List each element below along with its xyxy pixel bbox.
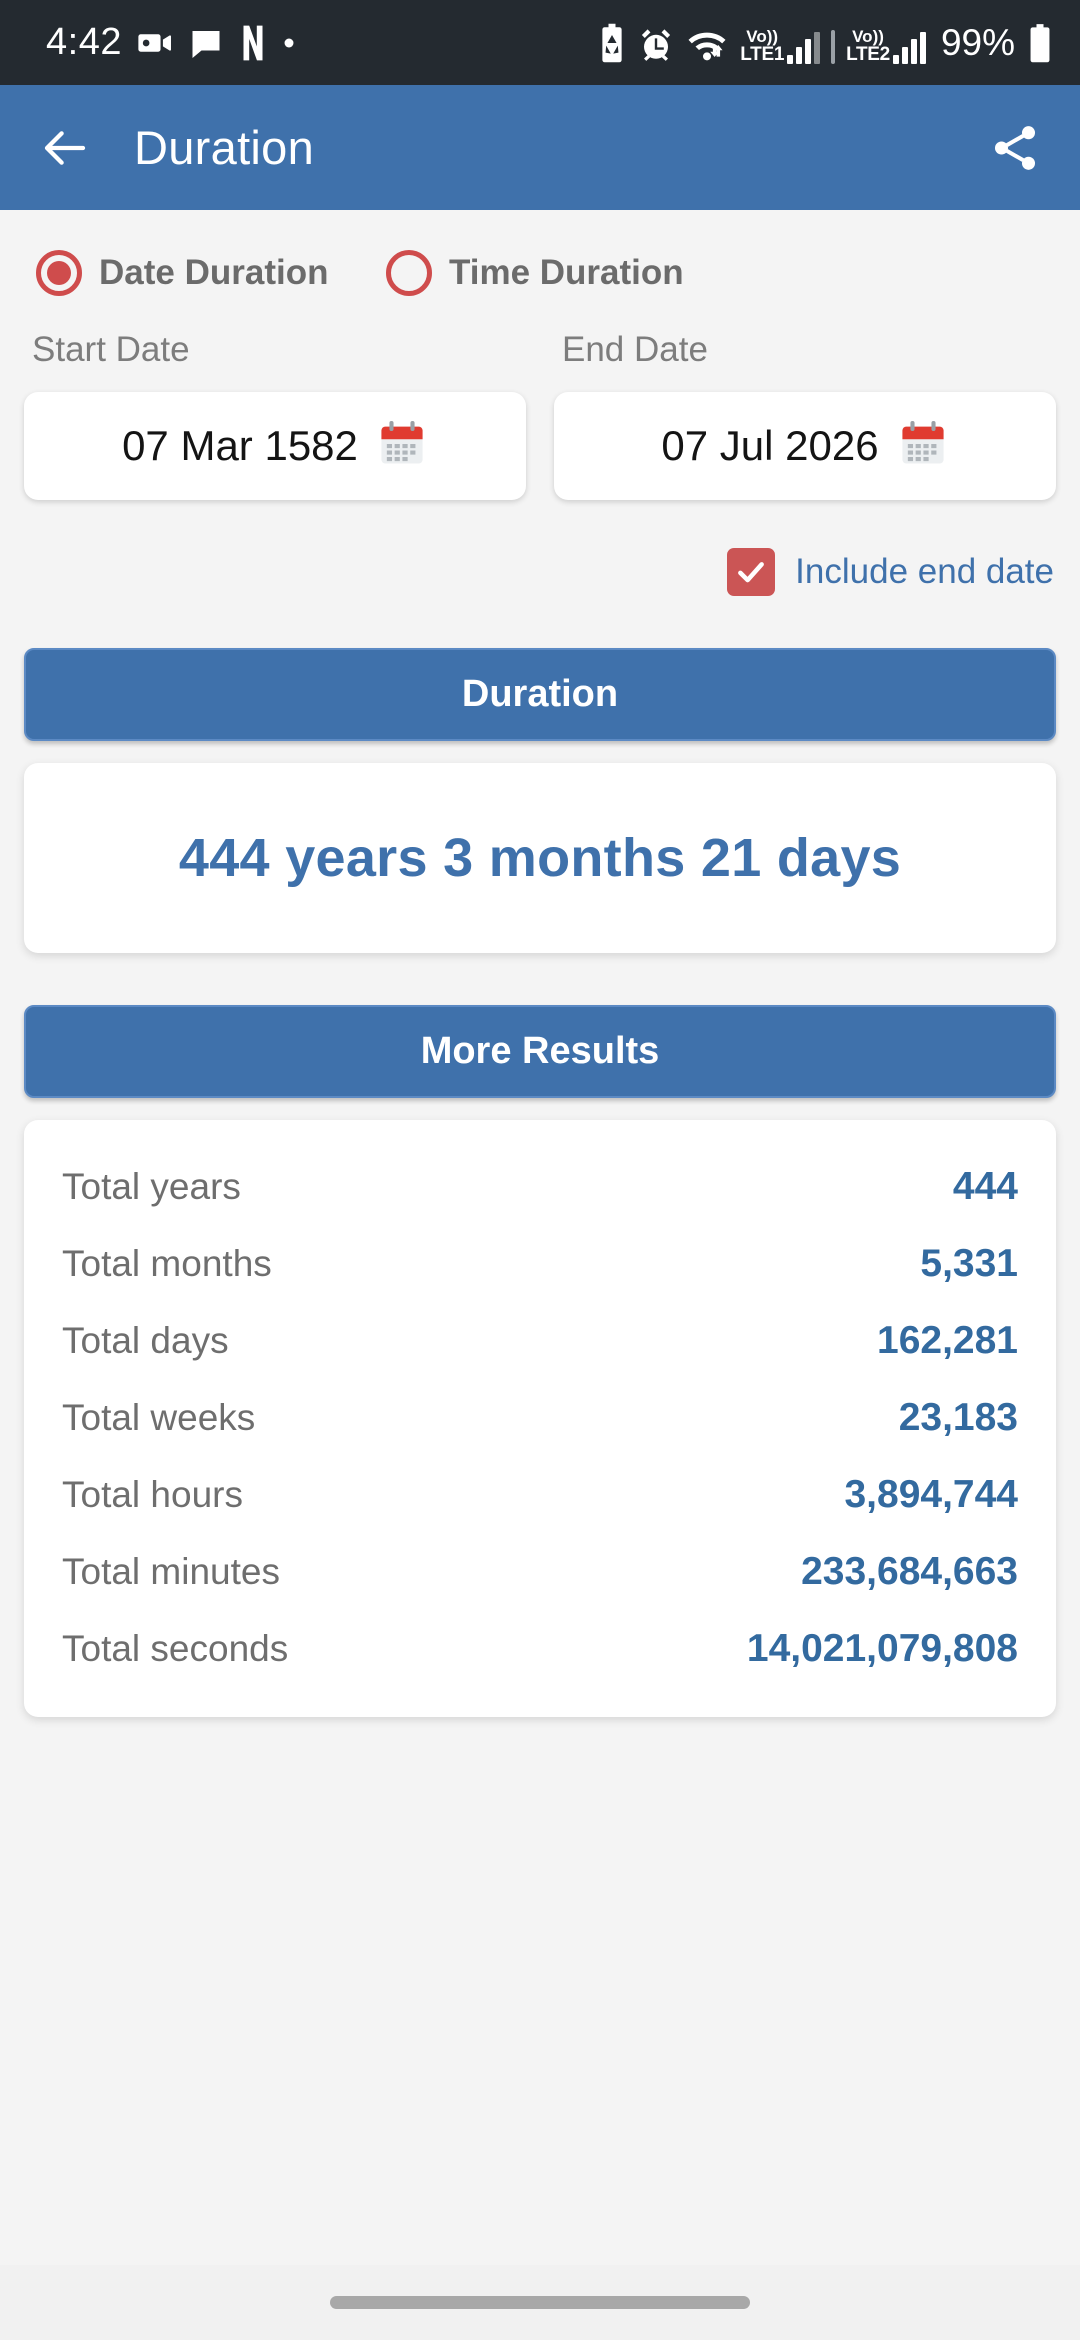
status-bar: 4:42 Vo)) LTE1 Vo)) LTE2 99% xyxy=(0,0,1080,85)
radio-label-time-duration: Time Duration xyxy=(449,253,684,292)
battery-saver-icon xyxy=(597,22,627,64)
alarm-icon xyxy=(638,26,674,64)
include-end-date-label: Include end date xyxy=(795,552,1054,591)
back-arrow-icon[interactable] xyxy=(38,121,92,175)
table-row: Total hours 3,894,744 xyxy=(62,1456,1018,1533)
duration-mode-group: Date Duration Time Duration xyxy=(24,210,1056,308)
end-date-input[interactable]: 07 Jul 2026 xyxy=(554,392,1056,500)
row-value: 162,281 xyxy=(877,1318,1018,1362)
start-date-field: Start Date 07 Mar 1582 xyxy=(24,330,526,500)
row-value: 233,684,663 xyxy=(801,1549,1018,1593)
radio-option-date-duration[interactable]: Date Duration xyxy=(36,250,386,296)
duration-result-card: 444 years 3 months 21 days xyxy=(24,763,1056,953)
video-camera-icon xyxy=(136,24,174,62)
row-label: Total hours xyxy=(62,1473,243,1515)
sim1-volte-label: Vo)) LTE1 xyxy=(740,26,785,65)
radio-option-time-duration[interactable]: Time Duration xyxy=(386,250,684,296)
sim2-bars-icon xyxy=(892,31,926,64)
row-value: 444 xyxy=(952,1164,1018,1208)
navigation-gesture-area xyxy=(0,2265,1080,2340)
include-end-date-row[interactable]: Include end date xyxy=(24,500,1056,596)
table-row: Total years 444 xyxy=(62,1148,1018,1225)
row-value: 14,021,079,808 xyxy=(746,1626,1018,1670)
table-row: Total seconds 14,021,079,808 xyxy=(62,1610,1018,1687)
calendar-icon[interactable] xyxy=(376,418,428,475)
row-label: Total seconds xyxy=(62,1627,289,1669)
status-bar-clock: 4:42 xyxy=(46,21,122,63)
duration-section-header: Duration xyxy=(24,648,1056,741)
end-date-value: 07 Jul 2026 xyxy=(661,422,879,469)
share-icon[interactable] xyxy=(988,121,1042,175)
more-results-section-header: More Results xyxy=(24,1005,1056,1098)
end-date-label: End Date xyxy=(562,330,708,369)
end-date-field: End Date 07 Jul 2026 xyxy=(554,330,1056,500)
gesture-home-pill[interactable] xyxy=(330,2296,750,2309)
table-row: Total months 5,331 xyxy=(62,1225,1018,1302)
row-label: Total years xyxy=(62,1165,241,1207)
row-value: 5,331 xyxy=(920,1241,1018,1285)
row-label: Total months xyxy=(62,1242,272,1284)
sim1-signal: Vo)) LTE1 xyxy=(740,26,821,65)
netflix-icon xyxy=(238,24,268,62)
start-date-value: 07 Mar 1582 xyxy=(122,422,358,469)
radio-unselected-icon[interactable] xyxy=(386,250,432,296)
wifi-icon xyxy=(685,24,729,64)
row-value: 3,894,744 xyxy=(844,1472,1018,1516)
main-content: Date Duration Time Duration Start Date 0… xyxy=(0,210,1080,1717)
battery-icon xyxy=(1026,22,1054,64)
table-row: Total days 162,281 xyxy=(62,1302,1018,1379)
dot-icon xyxy=(282,36,296,50)
status-bar-right: Vo)) LTE1 Vo)) LTE2 99% xyxy=(597,22,1054,64)
battery-percent-label: 99% xyxy=(940,21,1015,63)
duration-result-text: 444 years 3 months 21 days xyxy=(178,828,902,888)
page-title: Duration xyxy=(134,121,315,174)
radio-selected-icon[interactable] xyxy=(36,250,82,296)
date-fields: Start Date 07 Mar 1582 End Date 07 Jul 2… xyxy=(24,308,1056,500)
app-bar: Duration xyxy=(0,85,1080,210)
status-bar-left: 4:42 xyxy=(46,21,296,64)
row-label: Total minutes xyxy=(62,1550,280,1592)
row-label: Total days xyxy=(62,1319,229,1361)
row-label: Total weeks xyxy=(62,1396,256,1438)
row-value: 23,183 xyxy=(898,1395,1018,1439)
more-results-card: Total years 444 Total months 5,331 Total… xyxy=(24,1120,1056,1717)
table-row: Total weeks 23,183 xyxy=(62,1379,1018,1456)
calendar-icon[interactable] xyxy=(897,418,949,475)
table-row: Total minutes 233,684,663 xyxy=(62,1533,1018,1610)
sim2-volte-label: Vo)) LTE2 xyxy=(846,26,890,65)
signal-divider xyxy=(831,29,836,64)
chat-bubble-icon xyxy=(188,25,224,61)
start-date-input[interactable]: 07 Mar 1582 xyxy=(24,392,526,500)
sim1-bars-icon xyxy=(787,31,821,64)
include-end-date-checkbox[interactable] xyxy=(727,548,776,596)
radio-label-date-duration: Date Duration xyxy=(99,253,329,292)
sim2-signal: Vo)) LTE2 xyxy=(846,28,926,64)
start-date-label: Start Date xyxy=(32,330,190,369)
